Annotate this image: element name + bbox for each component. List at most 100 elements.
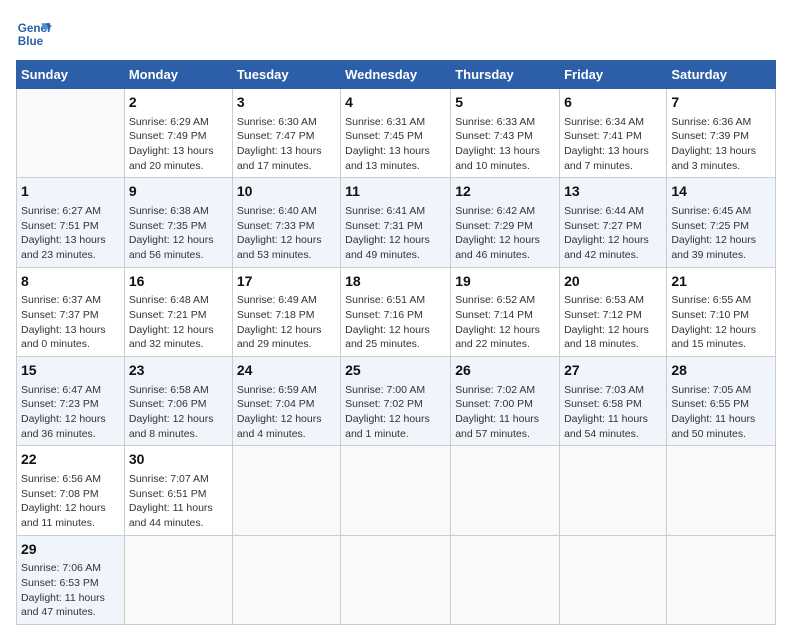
calendar-cell: 11Sunrise: 6:41 AMSunset: 7:31 PMDayligh… (341, 178, 451, 267)
calendar-cell: 21Sunrise: 6:55 AMSunset: 7:10 PMDayligh… (667, 267, 776, 356)
sunrise: Sunrise: 6:41 AM (345, 205, 425, 217)
day-number: 4 (345, 93, 446, 113)
daylight: Daylight: 12 hours and 11 minutes. (21, 502, 106, 529)
daylight: Daylight: 11 hours and 50 minutes. (671, 413, 755, 440)
daylight: Daylight: 13 hours and 17 minutes. (237, 145, 322, 172)
day-number: 8 (21, 272, 120, 292)
col-header-tuesday: Tuesday (232, 61, 340, 89)
sunset: Sunset: 7:12 PM (564, 309, 642, 321)
col-header-saturday: Saturday (667, 61, 776, 89)
sunrise: Sunrise: 6:49 AM (237, 294, 317, 306)
daylight: Daylight: 11 hours and 44 minutes. (129, 502, 213, 529)
calendar-cell: 22Sunrise: 6:56 AMSunset: 7:08 PMDayligh… (17, 446, 125, 535)
daylight: Daylight: 12 hours and 39 minutes. (671, 234, 756, 261)
col-header-friday: Friday (560, 61, 667, 89)
day-number: 13 (564, 182, 662, 202)
svg-text:Blue: Blue (18, 35, 44, 48)
sunset: Sunset: 7:37 PM (21, 309, 99, 321)
day-number: 25 (345, 361, 446, 381)
day-number: 15 (21, 361, 120, 381)
day-number: 17 (237, 272, 336, 292)
sunset: Sunset: 7:49 PM (129, 130, 207, 142)
daylight: Daylight: 12 hours and 49 minutes. (345, 234, 430, 261)
sunset: Sunset: 6:53 PM (21, 577, 99, 589)
sunset: Sunset: 7:18 PM (237, 309, 315, 321)
day-number: 24 (237, 361, 336, 381)
week-row-0: 2 Sunrise: 6:29 AM Sunset: 7:49 PM Daylight… (17, 89, 776, 178)
sunset: Sunset: 6:58 PM (564, 398, 642, 410)
daylight: Daylight: 11 hours and 47 minutes. (21, 592, 105, 619)
sunset: Sunset: 7:29 PM (455, 220, 533, 232)
sunset: Sunset: 7:39 PM (671, 130, 749, 142)
sunset: Sunset: 7:25 PM (671, 220, 749, 232)
calendar-cell: 20Sunrise: 6:53 AMSunset: 7:12 PMDayligh… (560, 267, 667, 356)
day-number: 1 (21, 182, 120, 202)
sunrise: Sunrise: 6:58 AM (129, 384, 209, 396)
daylight: Daylight: 12 hours and 1 minute. (345, 413, 430, 440)
day-number: 12 (455, 182, 555, 202)
calendar-cell (17, 89, 125, 178)
daylight: Daylight: 13 hours and 13 minutes. (345, 145, 430, 172)
daylight: Daylight: 13 hours and 10 minutes. (455, 145, 540, 172)
calendar-cell: 23Sunrise: 6:58 AMSunset: 7:06 PMDayligh… (124, 357, 232, 446)
day-number: 23 (129, 361, 228, 381)
sunset: Sunset: 7:43 PM (455, 130, 533, 142)
page-header: General Blue (16, 16, 776, 52)
day-number: 26 (455, 361, 555, 381)
daylight: Daylight: 13 hours and 20 minutes. (129, 145, 214, 172)
daylight: Daylight: 12 hours and 8 minutes. (129, 413, 214, 440)
calendar-cell: 12Sunrise: 6:42 AMSunset: 7:29 PMDayligh… (451, 178, 560, 267)
sunset: Sunset: 7:14 PM (455, 309, 533, 321)
day-number: 7 (671, 93, 771, 113)
calendar-cell: 30Sunrise: 7:07 AMSunset: 6:51 PMDayligh… (124, 446, 232, 535)
daylight: Daylight: 12 hours and 42 minutes. (564, 234, 649, 261)
day-number: 16 (129, 272, 228, 292)
calendar-cell: 9Sunrise: 6:38 AMSunset: 7:35 PMDaylight… (124, 178, 232, 267)
sunset: Sunset: 7:51 PM (21, 220, 99, 232)
day-number: 6 (564, 93, 662, 113)
sunset: Sunset: 7:41 PM (564, 130, 642, 142)
sunrise: Sunrise: 7:03 AM (564, 384, 644, 396)
calendar-cell: 3Sunrise: 6:30 AMSunset: 7:47 PMDaylight… (232, 89, 340, 178)
day-number: 28 (671, 361, 771, 381)
sunrise: Sunrise: 6:51 AM (345, 294, 425, 306)
day-number: 9 (129, 182, 228, 202)
calendar-cell (451, 535, 560, 624)
calendar-cell (667, 446, 776, 535)
calendar-cell: 6Sunrise: 6:34 AMSunset: 7:41 PMDaylight… (560, 89, 667, 178)
sunset: Sunset: 7:04 PM (237, 398, 315, 410)
sunset: Sunset: 7:08 PM (21, 488, 99, 500)
daylight: Daylight: 13 hours and 23 minutes. (21, 234, 106, 261)
calendar-cell (341, 535, 451, 624)
sunset: Sunset: 7:27 PM (564, 220, 642, 232)
sunrise: Sunrise: 6:29 AM (129, 116, 209, 128)
sunrise: Sunrise: 7:06 AM (21, 562, 101, 574)
sunset: Sunset: 6:51 PM (129, 488, 207, 500)
sunrise: Sunrise: 6:34 AM (564, 116, 644, 128)
daylight: Daylight: 12 hours and 4 minutes. (237, 413, 322, 440)
week-row-2: 8Sunrise: 6:37 AMSunset: 7:37 PMDaylight… (17, 267, 776, 356)
calendar-cell: 27Sunrise: 7:03 AMSunset: 6:58 PMDayligh… (560, 357, 667, 446)
sunrise: Sunrise: 6:44 AM (564, 205, 644, 217)
calendar-cell (667, 535, 776, 624)
col-header-wednesday: Wednesday (341, 61, 451, 89)
daylight: Daylight: 11 hours and 57 minutes. (455, 413, 539, 440)
sunrise: Sunrise: 6:33 AM (455, 116, 535, 128)
sunset: Sunset: 7:10 PM (671, 309, 749, 321)
calendar-cell (451, 446, 560, 535)
sunrise: Sunrise: 7:05 AM (671, 384, 751, 396)
calendar-cell: 7Sunrise: 6:36 AMSunset: 7:39 PMDaylight… (667, 89, 776, 178)
calendar-cell: 28Sunrise: 7:05 AMSunset: 6:55 PMDayligh… (667, 357, 776, 446)
day-number: 2 (129, 93, 228, 113)
calendar-cell (560, 535, 667, 624)
sunset: Sunset: 7:21 PM (129, 309, 207, 321)
col-header-thursday: Thursday (451, 61, 560, 89)
daylight: Daylight: 12 hours and 29 minutes. (237, 324, 322, 351)
day-number: 20 (564, 272, 662, 292)
calendar-cell: 4Sunrise: 6:31 AMSunset: 7:45 PMDaylight… (341, 89, 451, 178)
calendar-cell: 19Sunrise: 6:52 AMSunset: 7:14 PMDayligh… (451, 267, 560, 356)
logo-icon: General Blue (16, 16, 52, 52)
calendar-cell: 14Sunrise: 6:45 AMSunset: 7:25 PMDayligh… (667, 178, 776, 267)
daylight: Daylight: 12 hours and 56 minutes. (129, 234, 214, 261)
calendar-cell: 13 Sunrise: 6:44 AM Sunset: 7:27 PM Dayligh… (560, 178, 667, 267)
